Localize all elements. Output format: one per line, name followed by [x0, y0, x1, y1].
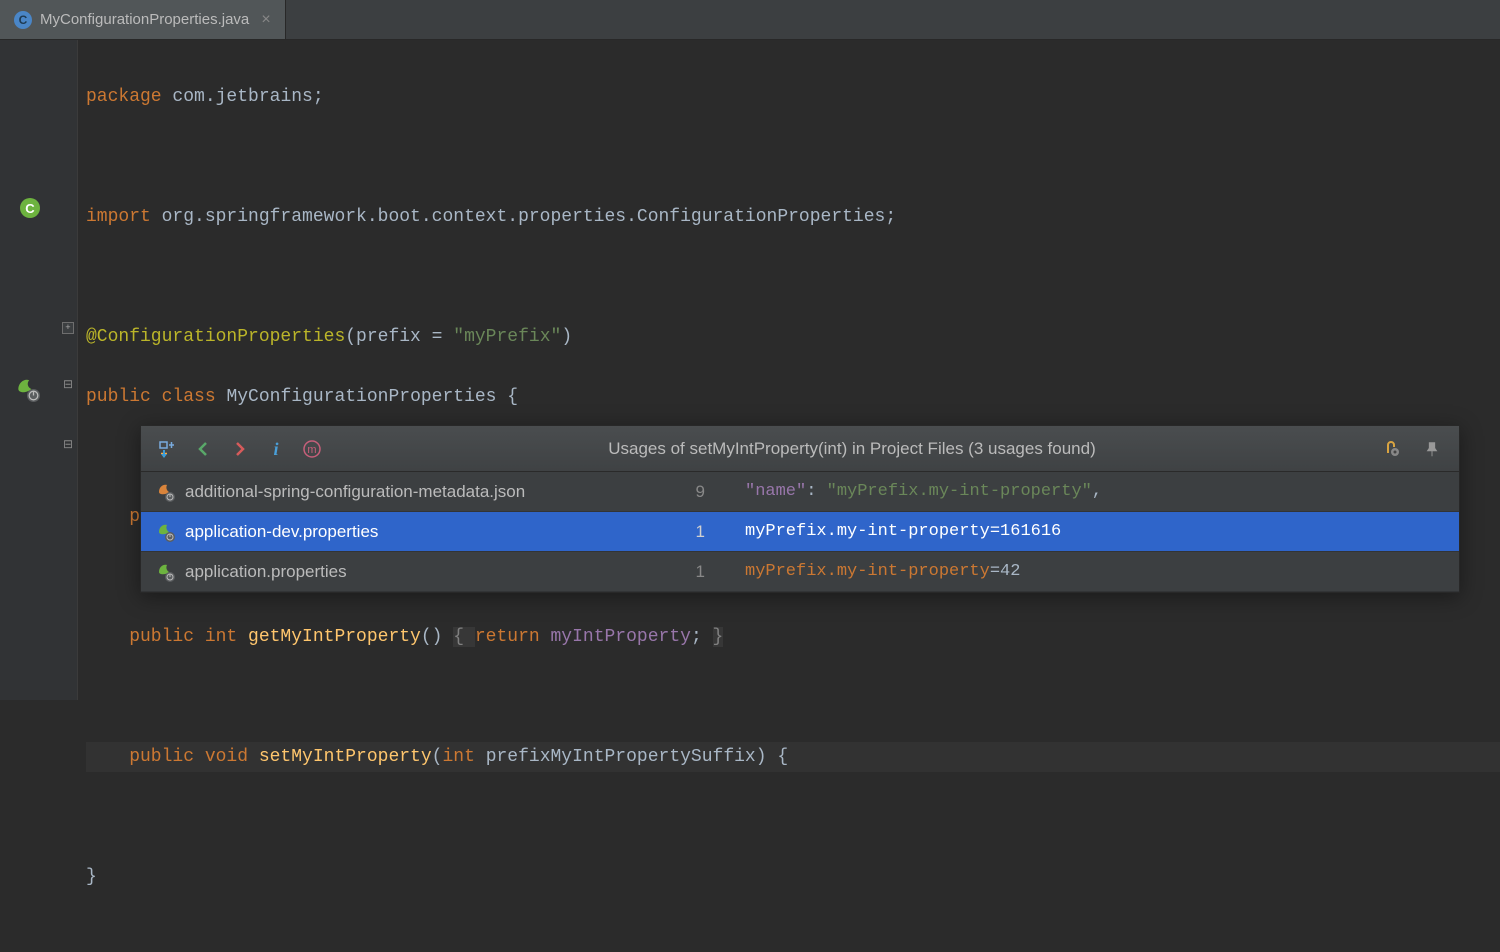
spring-bean-gutter-icon[interactable]: C	[18, 196, 42, 220]
parameter: prefixMyIntPropertySuffix	[486, 747, 756, 767]
popup-header: i m Usages of setMyIntProperty(int) in P…	[141, 426, 1459, 472]
keyword: public class	[86, 387, 226, 407]
settings-icon[interactable]	[1375, 432, 1409, 466]
usage-line-number: 1	[645, 562, 705, 582]
method-icon[interactable]: m	[295, 432, 329, 466]
usage-line-number: 9	[645, 482, 705, 502]
open-in-find-window-icon[interactable]	[151, 432, 185, 466]
package-path: com.jetbrains;	[162, 87, 324, 107]
annotation-args: (prefix =	[345, 327, 453, 347]
usage-filename: additional-spring-configuration-metadata…	[185, 482, 645, 502]
prev-occurrence-icon[interactable]	[187, 432, 221, 466]
editor: C + ⊟ ⊟ package com.jetbrains; import or…	[0, 40, 1500, 700]
svg-text:C: C	[25, 201, 35, 216]
usage-filename: application-dev.properties	[185, 522, 645, 542]
class-name: MyConfigurationProperties {	[226, 387, 518, 407]
spring-properties-file-icon	[155, 562, 177, 582]
closing-brace: }	[86, 867, 97, 887]
annotation: @ConfigurationProperties	[86, 327, 345, 347]
keyword: public void	[86, 747, 259, 767]
find-usages-popup: i m Usages of setMyIntProperty(int) in P…	[140, 425, 1460, 593]
tab-filename: MyConfigurationProperties.java	[40, 11, 249, 28]
method-name: setMyIntProperty	[259, 747, 432, 767]
svg-text:m: m	[307, 444, 316, 456]
fold-expand-icon[interactable]: +	[62, 322, 74, 334]
info-icon[interactable]: i	[259, 432, 293, 466]
close-tab-icon[interactable]: ×	[261, 11, 271, 29]
usage-preview: myPrefix.my-int-property=42	[745, 562, 1445, 581]
svg-text:i: i	[273, 439, 278, 459]
method-name: getMyIntProperty	[248, 627, 421, 647]
usage-preview: "name": "myPrefix.my-int-property",	[745, 482, 1445, 501]
tab-bar: C MyConfigurationProperties.java ×	[0, 0, 1500, 40]
class-file-icon: C	[14, 11, 32, 29]
spring-run-gutter-icon[interactable]	[14, 376, 38, 400]
keyword: package	[86, 87, 162, 107]
usage-row[interactable]: additional-spring-configuration-metadata…	[141, 472, 1459, 512]
keyword: public int	[86, 627, 248, 647]
json-file-icon	[155, 482, 177, 502]
usage-line-number: 1	[645, 522, 705, 542]
pin-icon[interactable]	[1415, 432, 1449, 466]
keyword: import	[86, 207, 151, 227]
spring-properties-file-icon	[155, 522, 177, 542]
popup-title: Usages of setMyIntProperty(int) in Proje…	[329, 439, 1375, 459]
string-literal: "myPrefix"	[453, 327, 561, 347]
usage-list: additional-spring-configuration-metadata…	[141, 472, 1459, 592]
gutter: C + ⊟ ⊟	[0, 40, 78, 700]
usage-row[interactable]: application-dev.properties 1 myPrefix.my…	[141, 512, 1459, 552]
import-path: org.springframework.boot.context.propert…	[151, 207, 896, 227]
usage-filename: application.properties	[185, 562, 645, 582]
fold-collapse-icon[interactable]: ⊟	[62, 380, 74, 392]
code-area[interactable]: package com.jetbrains; import org.spring…	[78, 40, 1500, 700]
usage-row[interactable]: application.properties 1 myPrefix.my-int…	[141, 552, 1459, 592]
usage-preview: myPrefix.my-int-property=161616	[745, 522, 1445, 541]
next-occurrence-icon[interactable]	[223, 432, 257, 466]
fold-collapse-icon[interactable]: ⊟	[62, 440, 74, 452]
editor-tab[interactable]: C MyConfigurationProperties.java ×	[0, 0, 286, 39]
